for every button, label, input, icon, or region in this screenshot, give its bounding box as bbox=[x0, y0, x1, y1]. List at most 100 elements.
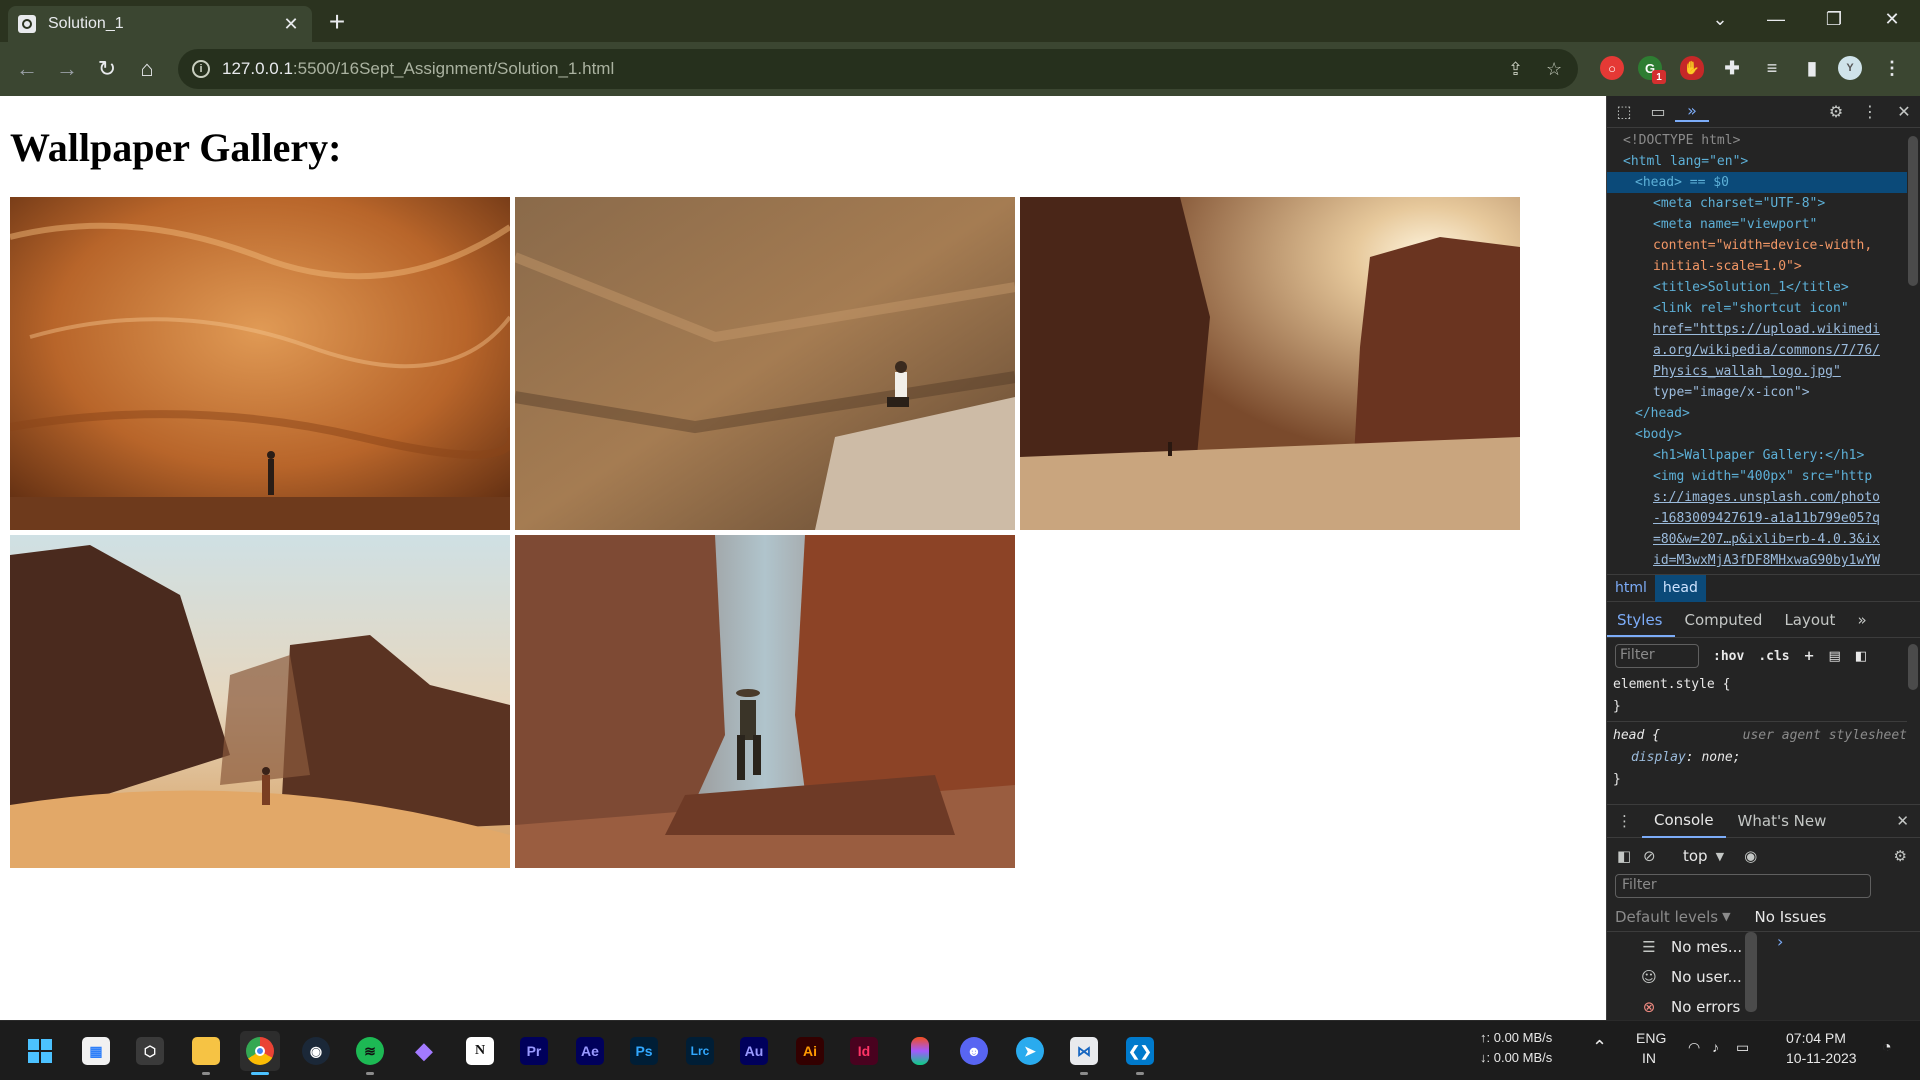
cls-toggle[interactable]: .cls bbox=[1758, 649, 1789, 664]
new-tab-button[interactable]: + bbox=[322, 8, 352, 36]
more-tabs-icon[interactable]: » bbox=[1847, 611, 1878, 637]
browser-tab[interactable]: Solution_1 ✕ bbox=[8, 6, 312, 42]
breadcrumb-html[interactable]: html bbox=[1607, 580, 1655, 596]
dom-line[interactable]: <h1>Wallpaper Gallery:</h1> bbox=[1607, 445, 1907, 466]
devtools-close-icon[interactable]: ✕ bbox=[1887, 102, 1920, 121]
elements-scrollbar[interactable] bbox=[1908, 136, 1918, 286]
clock-date[interactable]: 10-11-2023 bbox=[1786, 1050, 1857, 1066]
dom-line[interactable]: <link rel="shortcut icon" bbox=[1607, 298, 1907, 319]
taskbar-obsidian[interactable]: ◆ bbox=[404, 1031, 444, 1071]
address-bar[interactable]: i 127.0.0.1:5500/16Sept_Assignment/Solut… bbox=[178, 49, 1578, 89]
taskbar-telegram[interactable]: ➤ bbox=[1010, 1031, 1050, 1071]
breadcrumb-head[interactable]: head bbox=[1654, 574, 1706, 602]
taskbar-audition[interactable]: Au bbox=[734, 1031, 774, 1071]
region-indicator[interactable]: IN bbox=[1642, 1050, 1656, 1066]
drawer-close-icon[interactable]: ✕ bbox=[1884, 812, 1920, 830]
dom-line[interactable]: s://images.unsplash.com/photo bbox=[1607, 487, 1907, 508]
profile-avatar[interactable]: Y bbox=[1838, 56, 1862, 80]
extensions-puzzle-icon[interactable]: ✚ bbox=[1720, 56, 1744, 80]
devtools-settings-icon[interactable]: ⚙ bbox=[1819, 102, 1853, 121]
taskbar-app[interactable]: ⋈ bbox=[1064, 1031, 1104, 1075]
taskbar-store[interactable]: ▦ bbox=[76, 1031, 116, 1071]
tab-layout[interactable]: Layout bbox=[1774, 611, 1847, 637]
dom-line[interactable]: initial-scale=1.0"> bbox=[1607, 256, 1907, 277]
context-selector[interactable]: top bbox=[1683, 847, 1708, 865]
list-item[interactable]: ⊗ No errors bbox=[1637, 992, 1897, 1022]
list-item[interactable]: ☰ No mes... bbox=[1637, 932, 1897, 962]
minimize-button[interactable]: — bbox=[1748, 0, 1804, 38]
taskbar-photoshop[interactable]: Ps bbox=[624, 1031, 664, 1071]
opera-extension-icon[interactable]: ○ bbox=[1600, 56, 1624, 80]
dom-line[interactable]: id=M3wxMjA3fDF8MHxwaG90by1wYW bbox=[1607, 550, 1907, 571]
back-icon[interactable]: ← bbox=[12, 54, 42, 84]
dom-line[interactable]: <html lang="en"> bbox=[1607, 151, 1907, 172]
show-hidden-icons[interactable]: ⌃ bbox=[1592, 1037, 1607, 1058]
taskbar-chrome[interactable] bbox=[240, 1031, 280, 1075]
tab-close-button[interactable]: ✕ bbox=[280, 14, 302, 35]
styles-filter-input[interactable]: Filter bbox=[1615, 644, 1699, 668]
console-sidebar-icon[interactable]: ◧ bbox=[1617, 847, 1643, 865]
wifi-icon[interactable]: ◠ bbox=[1688, 1039, 1700, 1056]
levels-dropdown-icon[interactable]: ▼ bbox=[1722, 910, 1730, 923]
console-sidebar-scrollbar[interactable] bbox=[1745, 932, 1757, 1012]
taskbar-figma[interactable] bbox=[900, 1031, 940, 1071]
head-display-declaration[interactable]: display: none; bbox=[1607, 747, 1907, 769]
forward-icon[interactable]: → bbox=[52, 54, 82, 84]
issues-count[interactable]: No Issues bbox=[1755, 908, 1827, 926]
taskbar-indesign[interactable]: Id bbox=[844, 1031, 884, 1071]
computed-sidebar-icon[interactable]: ◧ bbox=[1855, 649, 1867, 664]
taskbar-spotify[interactable]: ≋ bbox=[350, 1031, 390, 1075]
volume-icon[interactable]: ♪ bbox=[1712, 1039, 1719, 1055]
taskbar-discord[interactable]: ☻ bbox=[954, 1031, 994, 1071]
dom-line[interactable]: href="https://upload.wikimedi bbox=[1607, 319, 1907, 340]
bookmark-star-icon[interactable]: ☆ bbox=[1546, 49, 1562, 89]
side-panel-icon[interactable]: ▮ bbox=[1800, 56, 1824, 80]
chrome-menu-icon[interactable]: ⋮ bbox=[1880, 56, 1904, 80]
styles-scrollbar[interactable] bbox=[1908, 644, 1918, 690]
console-filter-input[interactable]: Filter bbox=[1615, 874, 1871, 898]
dom-line[interactable]: -1683009427619-a1a11b799e05?q bbox=[1607, 508, 1907, 529]
taskbar-aftereffects[interactable]: Ae bbox=[570, 1031, 610, 1071]
taskbar-lightroom[interactable]: Lrc bbox=[680, 1031, 720, 1071]
more-panels-icon[interactable]: » bbox=[1675, 101, 1709, 122]
new-rule-icon[interactable]: + bbox=[1804, 649, 1815, 664]
notification-icon[interactable]: ◔ bbox=[1882, 1039, 1892, 1057]
taskbar-premiere[interactable]: Pr bbox=[514, 1031, 554, 1071]
inspect-element-icon[interactable]: ⬚ bbox=[1607, 102, 1641, 121]
media-queue-icon[interactable]: ≡ bbox=[1760, 56, 1784, 80]
start-button[interactable] bbox=[20, 1031, 60, 1071]
dom-line[interactable]: content="width=device-width, bbox=[1607, 235, 1907, 256]
device-toolbar-icon[interactable]: ▭ bbox=[1641, 102, 1675, 121]
language-indicator[interactable]: ENG bbox=[1636, 1030, 1666, 1046]
devtools-menu-icon[interactable]: ⋮ bbox=[1853, 102, 1887, 121]
dom-line[interactable]: Physics_wallah_logo.jpg" bbox=[1607, 361, 1907, 382]
console-settings-icon[interactable]: ⚙ bbox=[1894, 847, 1907, 865]
clear-console-icon[interactable]: ⊘ bbox=[1643, 847, 1673, 865]
tab-search-icon[interactable]: ⌄ bbox=[1692, 0, 1748, 38]
context-dropdown-icon[interactable]: ▼ bbox=[1716, 850, 1724, 863]
dom-line[interactable]: type="image/x-icon"> bbox=[1607, 382, 1907, 403]
close-window-button[interactable]: ✕ bbox=[1864, 0, 1920, 38]
taskbar-vscode[interactable]: ❮❯ bbox=[1120, 1031, 1160, 1075]
taskbar-terminal[interactable]: ⬡ bbox=[130, 1031, 170, 1071]
reload-icon[interactable]: ↻ bbox=[92, 54, 122, 84]
taskbar-steam[interactable]: ◉ bbox=[296, 1031, 336, 1071]
dom-line[interactable]: </head> bbox=[1607, 403, 1907, 424]
dom-line[interactable]: <img width="400px" src="http bbox=[1607, 466, 1907, 487]
dom-line[interactable]: <title>Solution_1</title> bbox=[1607, 277, 1907, 298]
expand-chevron-icon[interactable]: › bbox=[1777, 932, 1783, 951]
drawer-menu-icon[interactable]: ⋮ bbox=[1607, 812, 1642, 830]
tab-whats-new[interactable]: What's New bbox=[1726, 812, 1839, 830]
taskbar-notion[interactable]: N bbox=[460, 1031, 500, 1071]
ublock-extension-icon[interactable]: ✋ bbox=[1680, 56, 1704, 80]
taskbar-illustrator[interactable]: Ai bbox=[790, 1031, 830, 1071]
head-selector[interactable]: head { bbox=[1613, 725, 1660, 747]
home-icon[interactable]: ⌂ bbox=[132, 54, 162, 84]
battery-icon[interactable]: ▭ bbox=[1736, 1039, 1749, 1056]
tab-computed[interactable]: Computed bbox=[1675, 611, 1775, 637]
clock-time[interactable]: 07:04 PM bbox=[1786, 1030, 1846, 1046]
dom-line[interactable]: a.org/wikipedia/commons/7/76/ bbox=[1607, 340, 1907, 361]
list-item[interactable]: ☺ No user... bbox=[1637, 962, 1897, 992]
dom-line[interactable]: <meta charset="UTF-8"> bbox=[1607, 193, 1907, 214]
dom-line[interactable]: <meta name="viewport" bbox=[1607, 214, 1907, 235]
